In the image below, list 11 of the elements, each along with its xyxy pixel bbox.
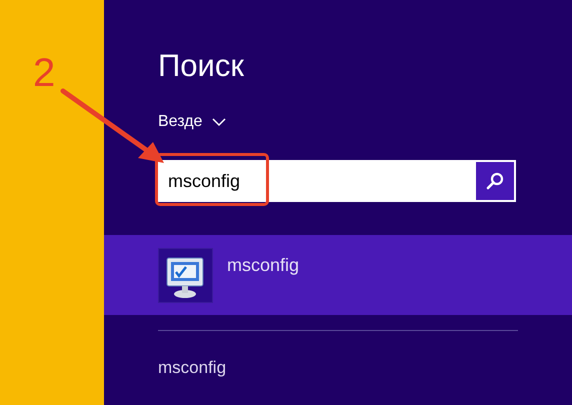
search-title: Поиск [158, 47, 245, 85]
scope-dropdown[interactable]: Везде [158, 113, 226, 131]
search-icon [485, 171, 505, 191]
search-button[interactable] [474, 160, 516, 202]
search-result[interactable]: msconfig [104, 235, 572, 315]
chevron-icon [212, 118, 226, 126]
result-label: msconfig [227, 254, 300, 276]
search-field[interactable]: msconfig [158, 160, 474, 202]
search-suggestion[interactable]: msconfig [158, 358, 226, 378]
monitor-icon [158, 248, 213, 303]
step-number: 2 [33, 50, 56, 96]
